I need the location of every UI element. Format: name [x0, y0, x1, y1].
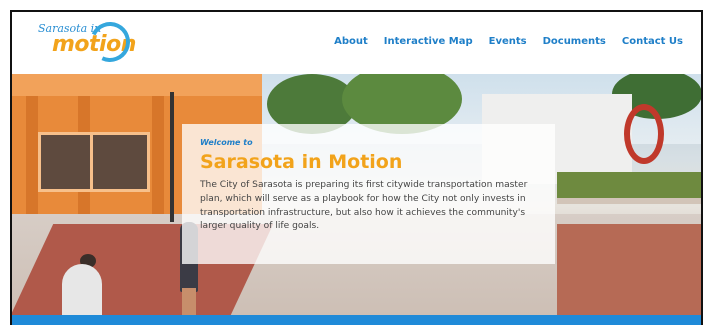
nav-about[interactable]: About: [334, 36, 368, 47]
section-divider-bar: [12, 315, 701, 325]
browser-frame: Sarasota in motion About Interactive Map…: [10, 10, 703, 325]
nav-documents[interactable]: Documents: [543, 36, 606, 47]
welcome-card: Welcome to Sarasota in Motion The City o…: [182, 124, 555, 264]
main-nav: About Interactive Map Events Documents C…: [334, 36, 683, 47]
nav-contact-us[interactable]: Contact Us: [622, 36, 683, 47]
hero-title: Sarasota in Motion: [200, 151, 403, 173]
welcome-eyebrow: Welcome to: [200, 138, 253, 147]
nav-events[interactable]: Events: [489, 36, 527, 47]
hero-description: The City of Sarasota is preparing its fi…: [200, 180, 528, 232]
nav-interactive-map[interactable]: Interactive Map: [384, 36, 473, 47]
site-header: Sarasota in motion About Interactive Map…: [12, 12, 701, 74]
site-logo[interactable]: Sarasota in motion: [38, 16, 138, 68]
hero-section: Welcome to Sarasota in Motion The City o…: [12, 74, 701, 315]
